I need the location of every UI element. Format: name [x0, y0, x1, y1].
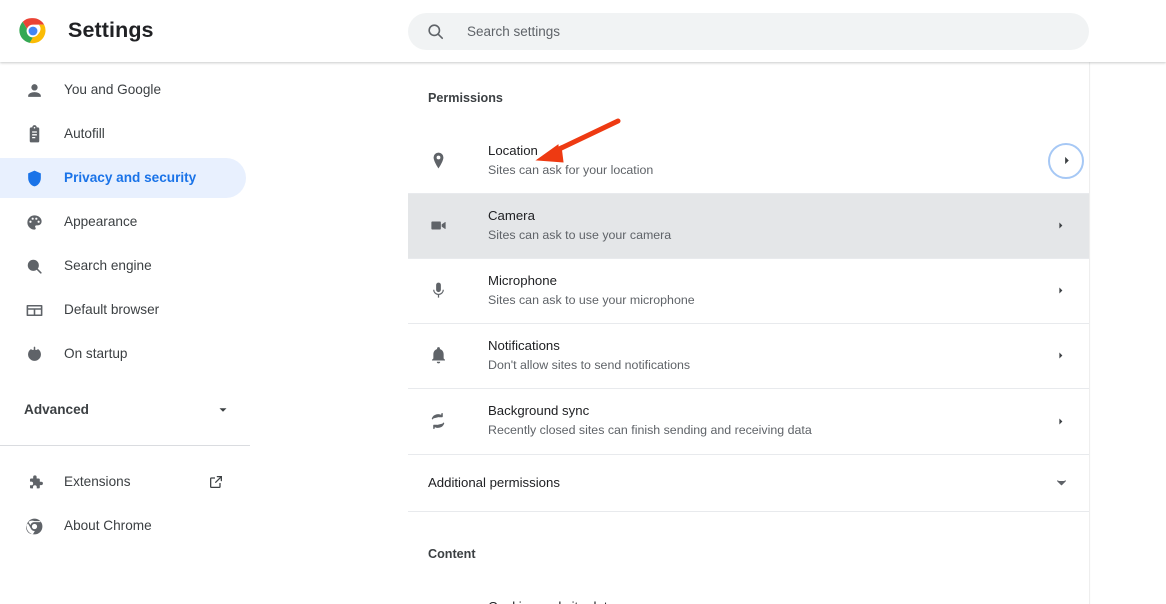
permission-title: Microphone [488, 272, 557, 288]
search-icon [426, 22, 445, 41]
permission-row-notifications[interactable]: Notifications Don't allow sites to send … [408, 324, 1089, 389]
permission-subtitle: Sites can ask for your location [488, 162, 654, 177]
permission-subtitle: Sites can ask to use your microphone [488, 292, 695, 307]
sidebar-item-on-startup[interactable]: On startup [0, 334, 246, 374]
chevron-right-icon[interactable] [1048, 142, 1084, 179]
shield-icon [24, 168, 44, 188]
sidebar-item-label: About Chrome [64, 518, 152, 534]
sidebar-item-label: Extensions [64, 474, 131, 490]
content-row-title: Cookies and site data [488, 598, 762, 604]
chevron-down-icon [216, 403, 230, 417]
content-heading: Content [428, 546, 476, 561]
sidebar: You and Google Autofill Privacy and secu… [0, 62, 408, 604]
search-bar[interactable] [408, 13, 1089, 50]
content-row-cookies-and-site-data[interactable]: Cookies and site data Third-party cookie… [408, 584, 1089, 604]
browser-window-icon [24, 300, 44, 320]
permissions-heading: Permissions [428, 91, 503, 105]
sidebar-item-label: Autofill [64, 126, 105, 142]
permission-title: Background sync [488, 403, 590, 419]
sidebar-item-about-chrome[interactable]: About Chrome [0, 506, 246, 546]
permission-row-location[interactable]: Location Sites can ask for your location [408, 129, 1089, 194]
chevron-right-icon[interactable] [1056, 284, 1065, 298]
sidebar-divider [0, 445, 250, 446]
page-title: Settings [68, 18, 154, 43]
sidebar-item-label: You and Google [64, 82, 162, 98]
permission-title: Camera [488, 207, 535, 223]
permission-subtitle: Recently closed sites can finish sending… [488, 423, 812, 437]
sidebar-item-autofill[interactable]: Autofill [0, 114, 246, 154]
sidebar-item-appearance[interactable]: Appearance [0, 202, 246, 242]
video-camera-icon [428, 216, 448, 236]
sidebar-item-privacy-and-security[interactable]: Privacy and security [0, 158, 246, 198]
chevron-down-icon [1054, 475, 1069, 490]
magnifier-icon [24, 256, 44, 276]
app-header: Settings [0, 0, 1166, 62]
clipboard-icon [24, 124, 44, 144]
external-link-icon [208, 474, 224, 490]
bell-icon [428, 346, 448, 366]
sidebar-item-search-engine[interactable]: Search engine [0, 246, 246, 286]
sidebar-item-label: Default browser [64, 302, 160, 318]
sidebar-item-label: Appearance [64, 214, 138, 230]
permission-row-microphone[interactable]: Microphone Sites can ask to use your mic… [408, 259, 1089, 324]
permission-row-background-sync[interactable]: Background sync Recently closed sites ca… [408, 389, 1089, 454]
puzzle-piece-icon [24, 472, 44, 492]
power-icon [24, 344, 44, 364]
search-input[interactable] [467, 16, 1027, 47]
permission-title: Notifications [488, 337, 560, 353]
additional-permissions-toggle[interactable]: Additional permissions [408, 455, 1089, 511]
permission-title: Location [488, 142, 538, 158]
sidebar-advanced-label: Advanced [24, 402, 89, 418]
chevron-right-icon[interactable] [1056, 219, 1065, 233]
sync-icon [428, 411, 448, 431]
settings-content-card: Permissions Location Sites can ask for y… [408, 62, 1089, 604]
location-pin-icon [428, 151, 448, 171]
permission-subtitle: Don't allow sites to send notifications [488, 357, 691, 372]
palette-icon [24, 212, 44, 232]
sidebar-item-extensions[interactable]: Extensions [0, 462, 246, 502]
permission-subtitle: Sites can ask to use your camera [488, 227, 672, 242]
sidebar-advanced-toggle[interactable]: Advanced [0, 390, 246, 430]
sidebar-item-label: On startup [64, 346, 128, 362]
sidebar-item-label: Search engine [64, 258, 152, 274]
chrome-outline-icon [24, 516, 44, 536]
chrome-logo-icon [19, 17, 47, 45]
sidebar-item-label: Privacy and security [64, 170, 197, 186]
sidebar-item-you-and-google[interactable]: You and Google [0, 70, 246, 110]
chevron-right-icon[interactable] [1056, 414, 1065, 428]
person-icon [24, 80, 44, 100]
sidebar-item-default-browser[interactable]: Default browser [0, 290, 246, 330]
additional-permissions-label: Additional permissions [428, 474, 560, 490]
chevron-right-icon[interactable] [1056, 349, 1065, 363]
permission-row-camera[interactable]: Camera Sites can ask to use your camera [408, 193, 1089, 259]
microphone-icon [428, 281, 448, 301]
settings-page: Settings You and Google Autofill [0, 0, 1166, 604]
